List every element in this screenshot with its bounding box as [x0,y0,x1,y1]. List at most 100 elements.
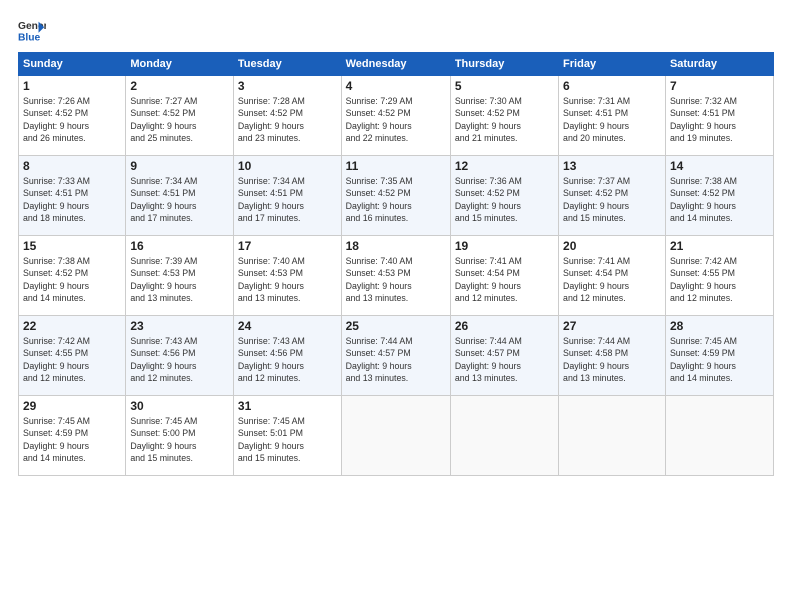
day-number: 24 [238,319,337,333]
day-info: Sunrise: 7:27 AM Sunset: 4:52 PM Dayligh… [130,95,229,144]
day-number: 3 [238,79,337,93]
week-row-4: 22Sunrise: 7:42 AM Sunset: 4:55 PM Dayli… [19,316,774,396]
day-cell: 3 Sunrise: 7:28 AM Sunset: 4:52 PM Daylig… [233,76,341,156]
day-info: Sunrise: 7:38 AM Sunset: 4:52 PM Dayligh… [23,255,121,304]
day-info: Sunrise: 7:43 AM Sunset: 4:56 PM Dayligh… [130,335,229,384]
day-cell: 18 Sunrise: 7:40 AM Sunset: 4:53 PM Dayli… [341,236,450,316]
day-number: 9 [130,159,229,173]
day-number: 16 [130,239,229,253]
day-number: 30 [130,399,229,413]
day-info: Sunrise: 7:34 AM Sunset: 4:51 PM Dayligh… [130,175,229,224]
day-number: 23 [130,319,229,333]
day-info: Sunrise: 7:44 AM Sunset: 4:58 PM Dayligh… [563,335,661,384]
day-info: Sunrise: 7:42 AM Sunset: 4:55 PM Dayligh… [670,255,769,304]
weekday-sunday: Sunday [19,53,126,76]
week-row-1: 1 Sunrise: 7:26 AM Sunset: 4:52 PM Daylig… [19,76,774,156]
day-cell: 17Sunrise: 7:40 AM Sunset: 4:53 PM Dayli… [233,236,341,316]
day-cell: 9 Sunrise: 7:34 AM Sunset: 4:51 PM Daylig… [126,156,234,236]
day-info: Sunrise: 7:37 AM Sunset: 4:52 PM Dayligh… [563,175,661,224]
day-number: 22 [23,319,121,333]
day-number: 12 [455,159,554,173]
day-number: 13 [563,159,661,173]
day-cell: 20 Sunrise: 7:41 AM Sunset: 4:54 PM Dayli… [559,236,666,316]
day-info: Sunrise: 7:43 AM Sunset: 4:56 PM Dayligh… [238,335,337,384]
page: General Blue SundayMondayTuesdayWednesda… [0,0,792,612]
day-info: Sunrise: 7:26 AM Sunset: 4:52 PM Dayligh… [23,95,121,144]
day-info: Sunrise: 7:34 AM Sunset: 4:51 PM Dayligh… [238,175,337,224]
weekday-saturday: Saturday [665,53,773,76]
day-info: Sunrise: 7:44 AM Sunset: 4:57 PM Dayligh… [455,335,554,384]
day-cell: 25 Sunrise: 7:44 AM Sunset: 4:57 PM Dayli… [341,316,450,396]
day-info: Sunrise: 7:40 AM Sunset: 4:53 PM Dayligh… [346,255,446,304]
day-cell: 5Sunrise: 7:30 AM Sunset: 4:52 PM Daylig… [450,76,558,156]
day-number: 18 [346,239,446,253]
day-info: Sunrise: 7:45 AM Sunset: 5:00 PM Dayligh… [130,415,229,464]
week-row-3: 15 Sunrise: 7:38 AM Sunset: 4:52 PM Dayli… [19,236,774,316]
day-cell: 26 Sunrise: 7:44 AM Sunset: 4:57 PM Dayli… [450,316,558,396]
day-cell: 19Sunrise: 7:41 AM Sunset: 4:54 PM Dayli… [450,236,558,316]
day-cell: 21 Sunrise: 7:42 AM Sunset: 4:55 PM Dayli… [665,236,773,316]
day-number: 29 [23,399,121,413]
day-number: 8 [23,159,121,173]
day-cell: 22Sunrise: 7:42 AM Sunset: 4:55 PM Dayli… [19,316,126,396]
svg-text:Blue: Blue [18,32,41,43]
day-info: Sunrise: 7:38 AM Sunset: 4:52 PM Dayligh… [670,175,769,224]
logo-icon: General Blue [18,16,46,44]
header: General Blue [18,16,774,44]
day-cell: 11Sunrise: 7:35 AM Sunset: 4:52 PM Dayli… [341,156,450,236]
day-cell: 14 Sunrise: 7:38 AM Sunset: 4:52 PM Dayli… [665,156,773,236]
day-number: 20 [563,239,661,253]
day-number: 7 [670,79,769,93]
day-number: 15 [23,239,121,253]
day-info: Sunrise: 7:41 AM Sunset: 4:54 PM Dayligh… [563,255,661,304]
day-info: Sunrise: 7:45 AM Sunset: 4:59 PM Dayligh… [670,335,769,384]
day-cell: 7Sunrise: 7:32 AM Sunset: 4:51 PM Daylig… [665,76,773,156]
day-cell: 10 Sunrise: 7:34 AM Sunset: 4:51 PM Dayli… [233,156,341,236]
day-number: 4 [346,79,446,93]
day-cell: 30 Sunrise: 7:45 AM Sunset: 5:00 PM Dayli… [126,396,234,476]
weekday-friday: Friday [559,53,666,76]
day-cell: 23 Sunrise: 7:43 AM Sunset: 4:56 PM Dayli… [126,316,234,396]
day-info: Sunrise: 7:30 AM Sunset: 4:52 PM Dayligh… [455,95,554,144]
day-number: 31 [238,399,337,413]
day-info: Sunrise: 7:44 AM Sunset: 4:57 PM Dayligh… [346,335,446,384]
logo: General Blue [18,16,46,44]
day-cell: 13 Sunrise: 7:37 AM Sunset: 4:52 PM Dayli… [559,156,666,236]
day-number: 6 [563,79,661,93]
day-number: 26 [455,319,554,333]
day-number: 27 [563,319,661,333]
day-number: 2 [130,79,229,93]
day-cell [665,396,773,476]
day-cell: 29Sunrise: 7:45 AM Sunset: 4:59 PM Dayli… [19,396,126,476]
day-info: Sunrise: 7:36 AM Sunset: 4:52 PM Dayligh… [455,175,554,224]
day-cell [559,396,666,476]
day-cell: 2 Sunrise: 7:27 AM Sunset: 4:52 PM Daylig… [126,76,234,156]
day-number: 28 [670,319,769,333]
day-cell: 15 Sunrise: 7:38 AM Sunset: 4:52 PM Dayli… [19,236,126,316]
day-number: 21 [670,239,769,253]
day-number: 19 [455,239,554,253]
day-cell: 28 Sunrise: 7:45 AM Sunset: 4:59 PM Dayli… [665,316,773,396]
day-cell: 12 Sunrise: 7:36 AM Sunset: 4:52 PM Dayli… [450,156,558,236]
calendar-table: SundayMondayTuesdayWednesdayThursdayFrid… [18,52,774,476]
week-row-2: 8Sunrise: 7:33 AM Sunset: 4:51 PM Daylig… [19,156,774,236]
weekday-wednesday: Wednesday [341,53,450,76]
day-number: 14 [670,159,769,173]
day-cell [341,396,450,476]
day-number: 25 [346,319,446,333]
day-cell: 24 Sunrise: 7:43 AM Sunset: 4:56 PM Dayli… [233,316,341,396]
week-row-5: 29Sunrise: 7:45 AM Sunset: 4:59 PM Dayli… [19,396,774,476]
weekday-thursday: Thursday [450,53,558,76]
day-info: Sunrise: 7:31 AM Sunset: 4:51 PM Dayligh… [563,95,661,144]
weekday-monday: Monday [126,53,234,76]
day-cell: 4Sunrise: 7:29 AM Sunset: 4:52 PM Daylig… [341,76,450,156]
weekday-tuesday: Tuesday [233,53,341,76]
day-number: 11 [346,159,446,173]
day-number: 1 [23,79,121,93]
day-cell: 16Sunrise: 7:39 AM Sunset: 4:53 PM Dayli… [126,236,234,316]
day-info: Sunrise: 7:45 AM Sunset: 5:01 PM Dayligh… [238,415,337,464]
day-number: 10 [238,159,337,173]
day-cell: 1 Sunrise: 7:26 AM Sunset: 4:52 PM Daylig… [19,76,126,156]
day-info: Sunrise: 7:28 AM Sunset: 4:52 PM Dayligh… [238,95,337,144]
day-info: Sunrise: 7:40 AM Sunset: 4:53 PM Dayligh… [238,255,337,304]
